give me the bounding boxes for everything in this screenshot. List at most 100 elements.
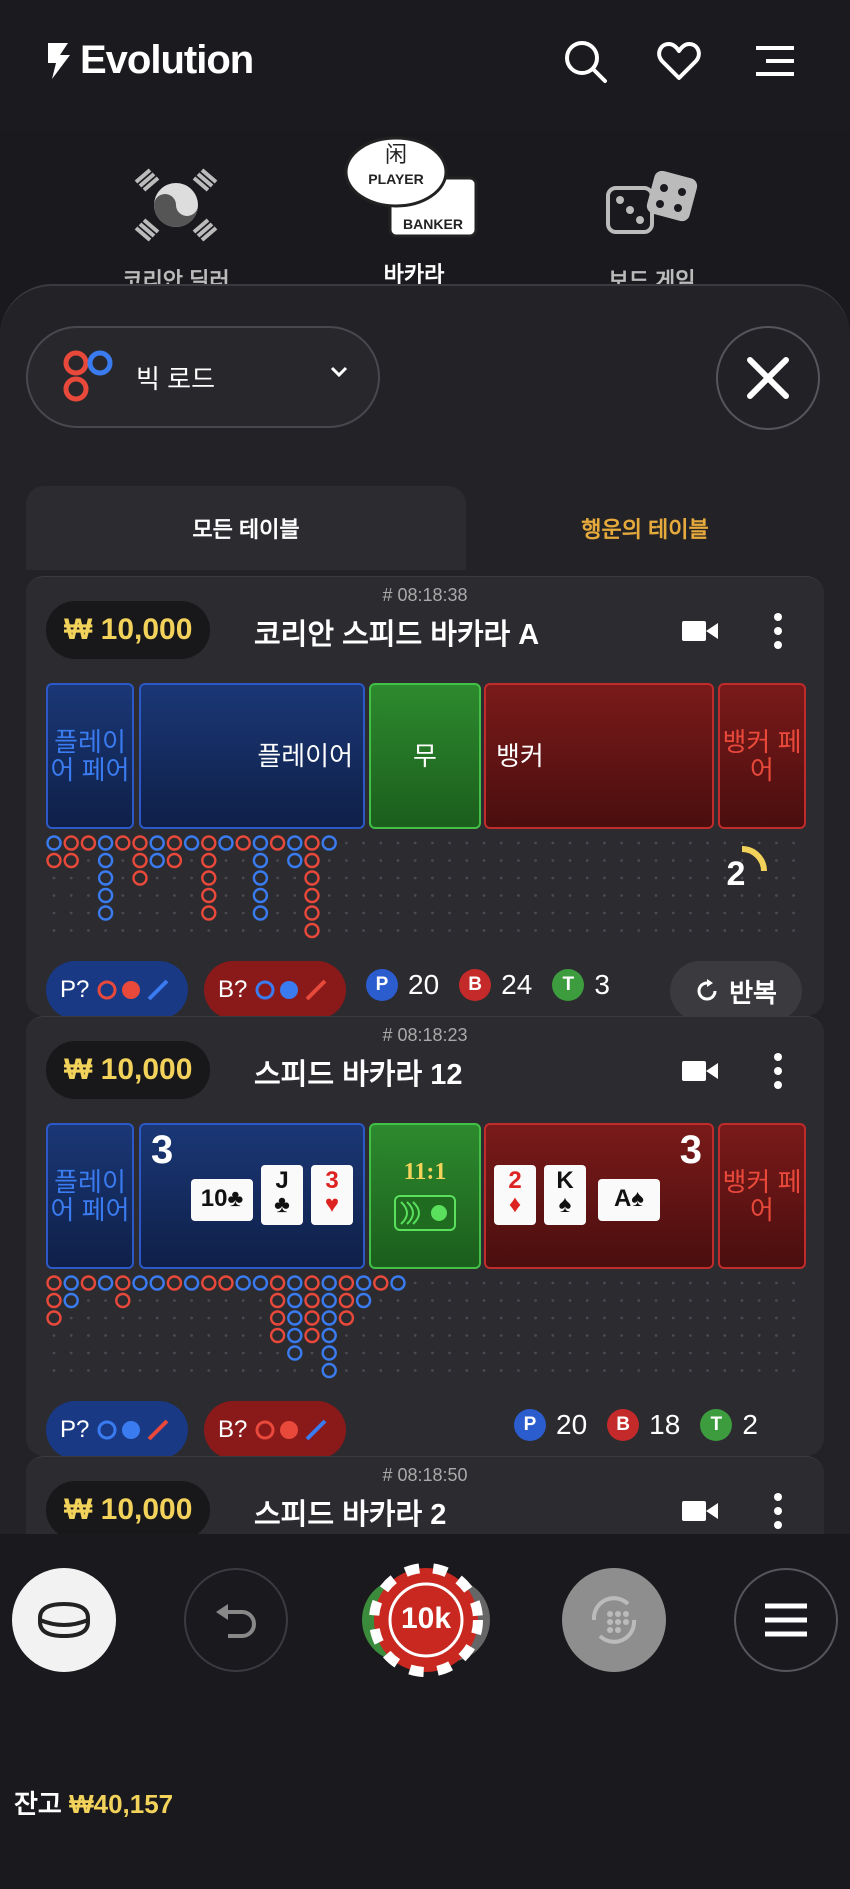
menu-icon[interactable] [752, 38, 798, 84]
road-empty-cell [689, 1369, 692, 1372]
road-type-dropdown[interactable]: 빅 로드 [26, 326, 380, 428]
bet-banker[interactable]: 뱅커 [484, 683, 714, 829]
video-camera-icon[interactable] [682, 619, 718, 643]
road-empty-cell [637, 1281, 641, 1285]
road-empty-cell [689, 1299, 692, 1302]
road-empty-cell [689, 876, 692, 880]
bet-player[interactable]: 플레이어 [139, 683, 365, 829]
road-empty-cell [87, 1299, 90, 1302]
predict-player-button[interactable]: P? [46, 1401, 188, 1459]
balance-display: 잔고 ₩40,157 [14, 1784, 173, 1821]
road-empty-cell [654, 876, 658, 880]
road-empty-cell [138, 1299, 142, 1302]
bet-player[interactable]: 3 10♣ J ♣ 3 ♥ [139, 1123, 365, 1269]
road-empty-cell [740, 911, 744, 915]
bet-tie[interactable]: 무 [369, 683, 481, 829]
road-empty-cell [121, 911, 125, 915]
road-empty-cell [620, 911, 623, 915]
road-empty-cell [671, 1351, 675, 1355]
road-empty-cell [792, 1369, 795, 1372]
more-options-icon[interactable] [766, 1051, 790, 1091]
table-card[interactable]: # 08:18:23 ₩ 10,000 스피드 바카라 12 플레이어 페어 3… [26, 1016, 824, 1459]
tie-count-dot: T [700, 1409, 733, 1441]
road-empty-cell [207, 929, 211, 932]
road-empty-cell [551, 1281, 555, 1285]
bet-banker-pair[interactable]: 뱅커 페어 [718, 1123, 806, 1269]
road-empty-cell [413, 859, 417, 862]
road-empty-cell [69, 1316, 73, 1320]
road-empty-cell [499, 1281, 503, 1285]
road-empty-cell [654, 911, 658, 915]
category-board-games[interactable]: 보드 게임 [552, 130, 752, 295]
road-empty-cell [723, 1369, 727, 1372]
road-banker-marker [166, 1275, 183, 1291]
road-empty-cell [517, 841, 520, 845]
table-view-button[interactable] [12, 1568, 116, 1672]
road-empty-cell [345, 929, 348, 932]
bet-banker-pair[interactable]: 뱅커 페어 [718, 683, 806, 829]
close-button[interactable] [716, 326, 820, 430]
tab-all-tables[interactable]: 모든 테이블 [26, 486, 466, 570]
predict-player-button[interactable]: P? [46, 961, 188, 1019]
video-camera-icon[interactable] [682, 1499, 718, 1523]
search-icon[interactable] [562, 38, 608, 84]
undo-icon [216, 1604, 256, 1638]
road-empty-cell [431, 1369, 434, 1372]
video-camera-icon[interactable] [682, 1059, 718, 1083]
predict-banker-button[interactable]: B? [204, 961, 346, 1019]
road-player-marker [321, 1292, 337, 1309]
chip-selector[interactable]: 10k [360, 1562, 492, 1678]
category-baccarat[interactable]: BANKER 闲 PLAYER 바카라 [314, 130, 514, 289]
bet-player-pair[interactable]: 플레이어 페어 [46, 1123, 134, 1269]
road-empty-cell [465, 1316, 469, 1320]
road-empty-cell [448, 929, 451, 932]
road-banker-marker [132, 870, 148, 886]
road-empty-cell [413, 894, 417, 897]
favorite-heart-icon[interactable] [656, 38, 702, 84]
tab-lucky-tables[interactable]: 행운의 테이블 [466, 486, 824, 570]
road-empty-cell [792, 841, 795, 845]
tie-count-dot: T [552, 969, 585, 1001]
rebet-auto-button[interactable] [562, 1568, 666, 1672]
table-card[interactable]: # 08:18:50 ₩ 10,000 스피드 바카라 2 [26, 1456, 824, 1539]
road-banker-marker [46, 1275, 62, 1291]
bet-banker[interactable]: 2 ♦ K ♠ A♠ 3 [484, 1123, 714, 1269]
road-empty-cell [362, 1316, 365, 1320]
repeat-bet-button[interactable]: 반복 [670, 961, 802, 1021]
chip-value: 10k [400, 1602, 452, 1635]
road-empty-cell [379, 1316, 383, 1320]
top-header: Evolution [0, 0, 850, 130]
road-empty-cell [362, 911, 365, 915]
card-rank: K [556, 1167, 574, 1194]
road-empty-cell [706, 1281, 709, 1285]
bet-player-pair[interactable]: 플레이어 페어 [46, 683, 134, 829]
more-options-icon[interactable] [766, 611, 790, 651]
road-empty-cell [465, 929, 469, 932]
road-empty-cell [431, 1351, 434, 1355]
category-korean-dealer[interactable]: 코리안 딜러 [76, 130, 276, 295]
road-empty-cell [723, 1299, 727, 1302]
road-empty-cell [241, 929, 245, 932]
road-empty-cell [327, 859, 331, 862]
brand-name: Evolution [80, 38, 254, 82]
road-empty-cell [155, 1369, 159, 1372]
undo-button[interactable] [184, 1568, 288, 1672]
road-empty-cell [775, 1316, 778, 1320]
predict-banker-button[interactable]: B? [204, 1401, 346, 1459]
main-menu-button[interactable] [734, 1568, 838, 1672]
bet-tie[interactable]: 11:1 [369, 1123, 481, 1269]
evolution-logo[interactable]: Evolution [46, 38, 254, 83]
road-empty-cell [654, 1351, 658, 1355]
table-card[interactable]: # 08:18:38 ₩ 10,000 코리안 스피드 바카라 A 플레이어 페… [26, 576, 824, 1021]
min-bet-limit: ₩ 10,000 [46, 1041, 211, 1099]
more-options-icon[interactable] [766, 1491, 790, 1531]
road-empty-cell [379, 876, 383, 880]
road-empty-cell [517, 894, 520, 897]
road-player-marker [321, 1275, 337, 1291]
road-empty-cell [585, 1316, 589, 1320]
road-empty-cell [551, 894, 555, 897]
road-empty-cell [396, 1316, 400, 1320]
baccarat-icon: BANKER 闲 PLAYER [344, 136, 478, 238]
road-empty-cell [654, 859, 658, 862]
road-empty-cell [345, 894, 348, 897]
